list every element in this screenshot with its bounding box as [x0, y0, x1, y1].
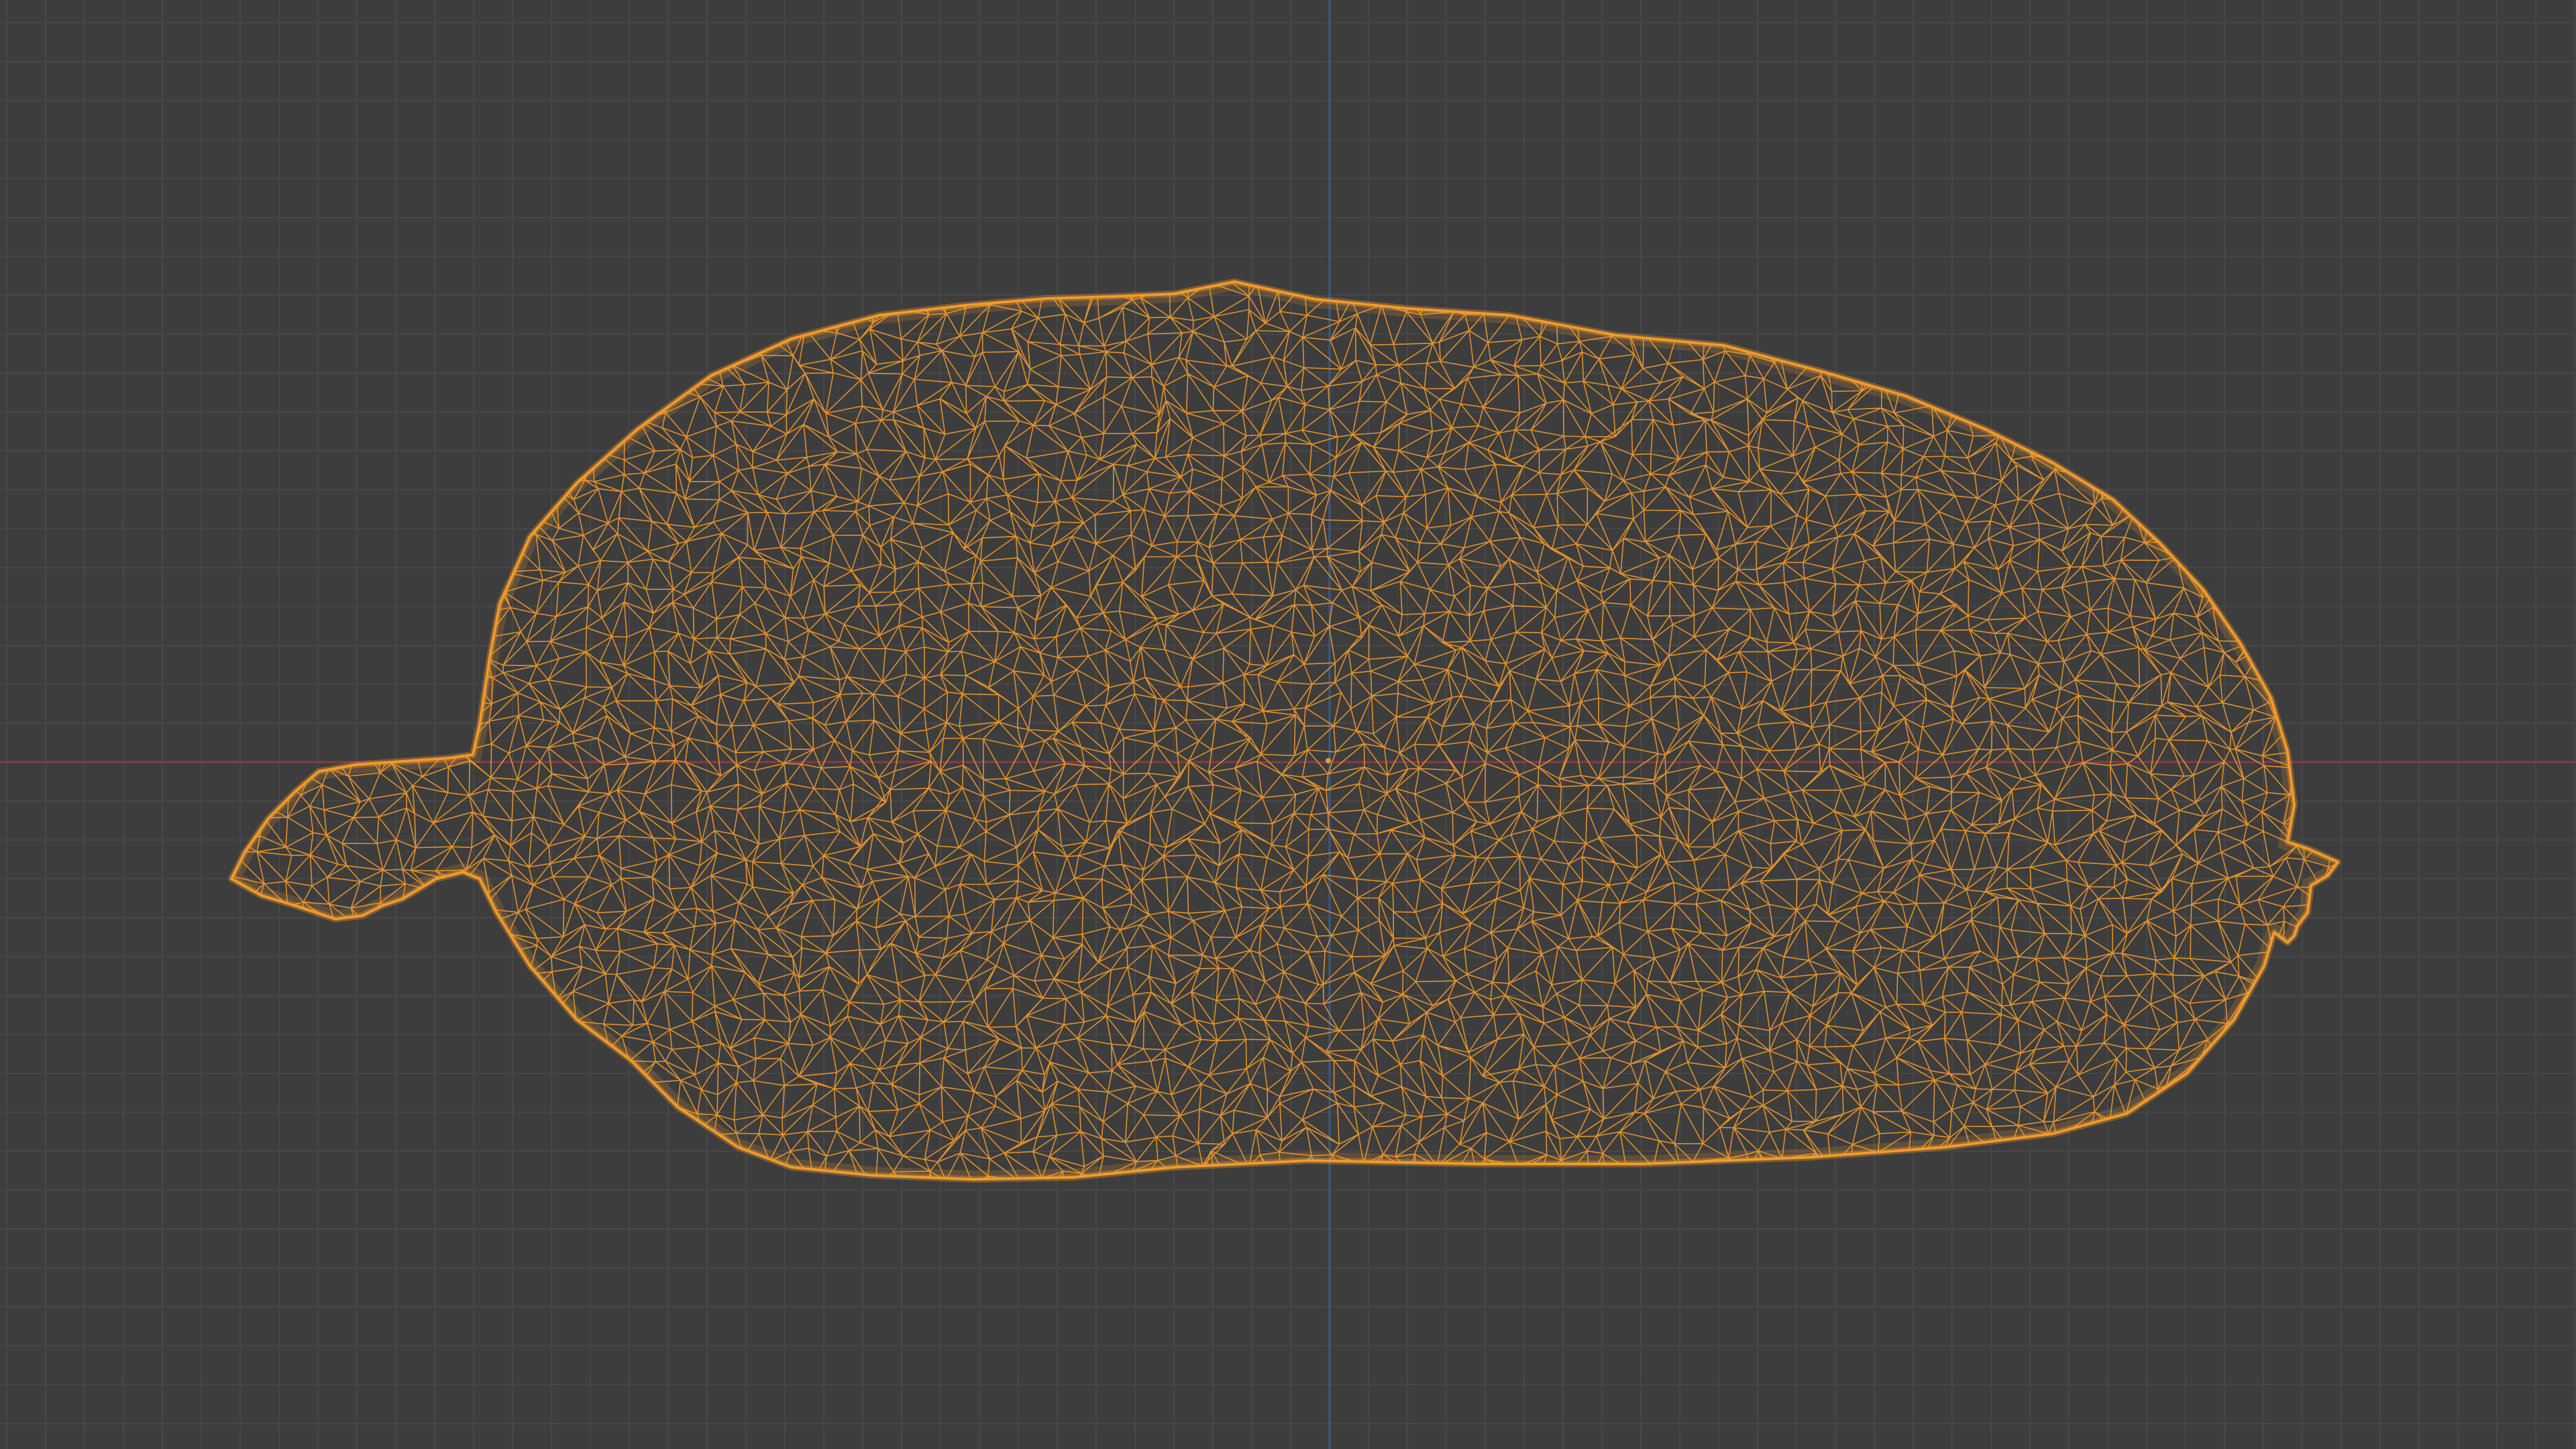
- object-origin-dot-icon[interactable]: [1326, 758, 1331, 763]
- mesh-edge-network: [231, 282, 2338, 1179]
- 3d-viewport[interactable]: [0, 0, 2576, 1449]
- mesh-wireframe[interactable]: [205, 259, 2367, 1213]
- mesh-edges: [231, 282, 2338, 1179]
- viewport-canvas[interactable]: [0, 0, 2576, 1449]
